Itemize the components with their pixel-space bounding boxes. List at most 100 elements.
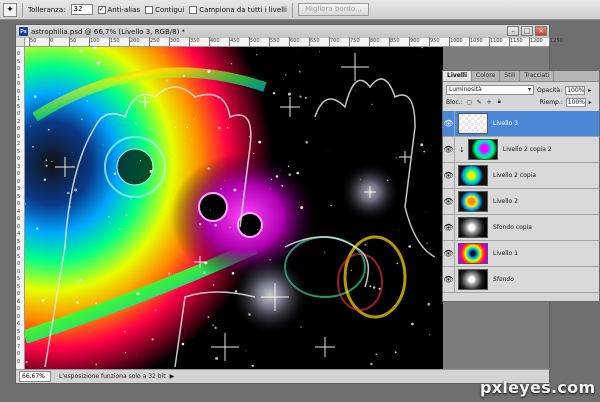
visibility-eye-icon[interactable]: 👁︎ xyxy=(443,240,455,267)
antialias-option[interactable]: ✓ Anti-alias xyxy=(97,5,140,14)
lock-position-icon[interactable]: ✛ xyxy=(486,99,493,106)
layer-row[interactable]: 👁︎ Sfondo copia xyxy=(443,214,599,241)
layer-thumbnail[interactable] xyxy=(458,243,488,264)
vertical-ruler[interactable]: 0501001502002503003504004505005506006507… xyxy=(16,47,25,369)
layer-thumbnail[interactable] xyxy=(458,113,488,134)
sample-all-layers-option[interactable]: Campiona da tutti i livelli xyxy=(189,5,287,14)
ruler-tick-label: 0 xyxy=(17,336,21,342)
tolerance-input[interactable]: 32 xyxy=(70,4,93,15)
sparkle-dot xyxy=(279,170,281,172)
sparkle-dot xyxy=(76,280,80,283)
layer-row[interactable]: 👁︎ Livello 2 xyxy=(443,188,599,215)
horizontal-ruler[interactable]: 50 0 50 100 150 200 250 300 350 400 450 500 550 600 65… xyxy=(25,37,563,47)
layer-row[interactable]: 👁︎ Livello 3 xyxy=(443,110,599,137)
contiguous-option[interactable]: Contigui xyxy=(145,5,185,14)
layer-row[interactable]: 👁︎ Livello 2 copia xyxy=(443,162,599,189)
lock-row: Bloc.: ▢ ✎ ✛ 🔒︎ Riemp.: 100% ▸ xyxy=(443,96,599,108)
layer-thumbnail[interactable] xyxy=(458,217,488,238)
sparkle-dot xyxy=(386,179,389,182)
status-menu-arrow-icon[interactable]: ▶ xyxy=(170,373,175,380)
layer-thumbnail[interactable] xyxy=(458,269,488,290)
ruler-tick-label: 700 xyxy=(330,38,340,44)
ruler-tick xyxy=(349,37,350,46)
layer-thumbnail[interactable] xyxy=(467,139,498,160)
visibility-eye-icon[interactable]: 👁︎ xyxy=(443,188,455,215)
magic-wand-tool-icon[interactable]: ✦ xyxy=(3,2,17,17)
visibility-eye-icon[interactable]: 👁︎ xyxy=(443,266,455,293)
ruler-tick-label: 1050 xyxy=(470,38,483,44)
contiguous-checkbox[interactable] xyxy=(145,5,154,14)
sparkle-dot xyxy=(69,206,71,208)
lock-pixels-icon[interactable]: ✎ xyxy=(476,99,483,106)
sparkle-dot xyxy=(118,228,121,231)
close-button[interactable]: × xyxy=(535,26,547,36)
fill-arrow-icon[interactable]: ▸ xyxy=(589,99,592,106)
sparkle-dot xyxy=(287,165,290,167)
sparkle-dot xyxy=(207,167,210,170)
layer-row[interactable]: 👁︎ Sfondo xyxy=(443,266,599,293)
contiguous-label: Contigui xyxy=(155,5,185,14)
sparkle-dot xyxy=(214,326,217,329)
ruler-tick-label: 4 xyxy=(17,208,21,215)
sparkle-dot xyxy=(408,245,412,248)
tolerance-label: Tolleranza: xyxy=(28,5,66,14)
fill-input[interactable]: 100% xyxy=(565,97,586,107)
sparkle-dot xyxy=(43,178,47,181)
maximize-button[interactable]: □ xyxy=(521,26,533,36)
sparkle-dot xyxy=(97,61,101,65)
sparkle-dot xyxy=(327,149,329,151)
ruler-tick-label: 5 xyxy=(17,103,21,110)
sparkle-dot xyxy=(298,49,299,50)
layers-panel: Livelli Colore Stili Tracciati Luminosit… xyxy=(442,70,600,302)
layer-row[interactable]: 👁︎ Livello 1 xyxy=(443,240,599,267)
sparkle-dot xyxy=(30,125,32,127)
opacity-arrow-icon[interactable]: ▸ xyxy=(588,87,591,94)
ruler-tick xyxy=(29,37,30,46)
layer-row[interactable]: 👁︎ ↓ Livello 2 copia 2 xyxy=(443,136,599,163)
antialias-checkbox[interactable]: ✓ xyxy=(97,5,106,14)
opacity-input[interactable]: 100% xyxy=(565,85,586,95)
sparkle-dot xyxy=(229,227,231,229)
sparkle-dot xyxy=(299,95,302,98)
sparkle-dot xyxy=(288,173,292,176)
ruler-tick-label: 950 xyxy=(430,38,440,44)
sparkle-dot xyxy=(47,128,50,131)
chevron-down-icon: ▾ xyxy=(527,86,531,93)
ruler-origin[interactable] xyxy=(16,38,25,47)
layer-thumbnail[interactable] xyxy=(458,165,488,186)
sparkle-dot xyxy=(364,243,367,246)
sparkle-dot xyxy=(202,271,206,274)
ruler-tick xyxy=(289,37,290,46)
sparkle-dot xyxy=(81,118,83,120)
ruler-tick-label: 5 xyxy=(17,328,21,335)
visibility-eye-icon[interactable]: 👁︎ xyxy=(443,162,455,189)
lock-all-icon[interactable]: 🔒︎ xyxy=(496,98,503,106)
zoom-field[interactable]: 66,67% xyxy=(19,371,51,382)
sparkle-dot xyxy=(253,152,255,154)
ruler-tick xyxy=(269,37,270,46)
visibility-eye-icon[interactable]: 👁︎ xyxy=(443,110,455,137)
ruler-tick-label: 0 xyxy=(17,306,21,312)
tab-paths[interactable]: Tracciati xyxy=(520,71,555,81)
ruler-tick-label: 50 xyxy=(30,38,37,44)
ruler-tick-label: 0 xyxy=(50,38,54,44)
tab-layers[interactable]: Livelli xyxy=(443,71,473,81)
sparkle-dot xyxy=(281,185,284,187)
blend-mode-dropdown[interactable]: Luminosità ▾ xyxy=(446,85,534,95)
sample-all-layers-checkbox[interactable] xyxy=(189,5,198,14)
sparkle-dot xyxy=(371,103,373,106)
minimize-button[interactable]: – xyxy=(507,26,519,36)
sparkle-dot xyxy=(215,356,219,360)
sparkle-dot xyxy=(248,313,251,316)
visibility-eye-icon[interactable]: 👁︎ xyxy=(443,136,455,163)
sparkle-dot xyxy=(300,326,302,328)
tab-color[interactable]: Colore xyxy=(472,71,501,81)
refine-edge-button[interactable]: Migliora bordo... xyxy=(297,3,369,16)
tab-styles[interactable]: Stili xyxy=(500,71,521,81)
visibility-eye-icon[interactable]: 👁︎ xyxy=(443,214,455,241)
sparkle-dot xyxy=(86,100,88,102)
sparkle-dot xyxy=(207,316,210,318)
lock-transparency-icon[interactable]: ▢ xyxy=(466,99,473,106)
layer-thumbnail[interactable] xyxy=(458,191,488,212)
image-canvas[interactable] xyxy=(25,47,443,369)
